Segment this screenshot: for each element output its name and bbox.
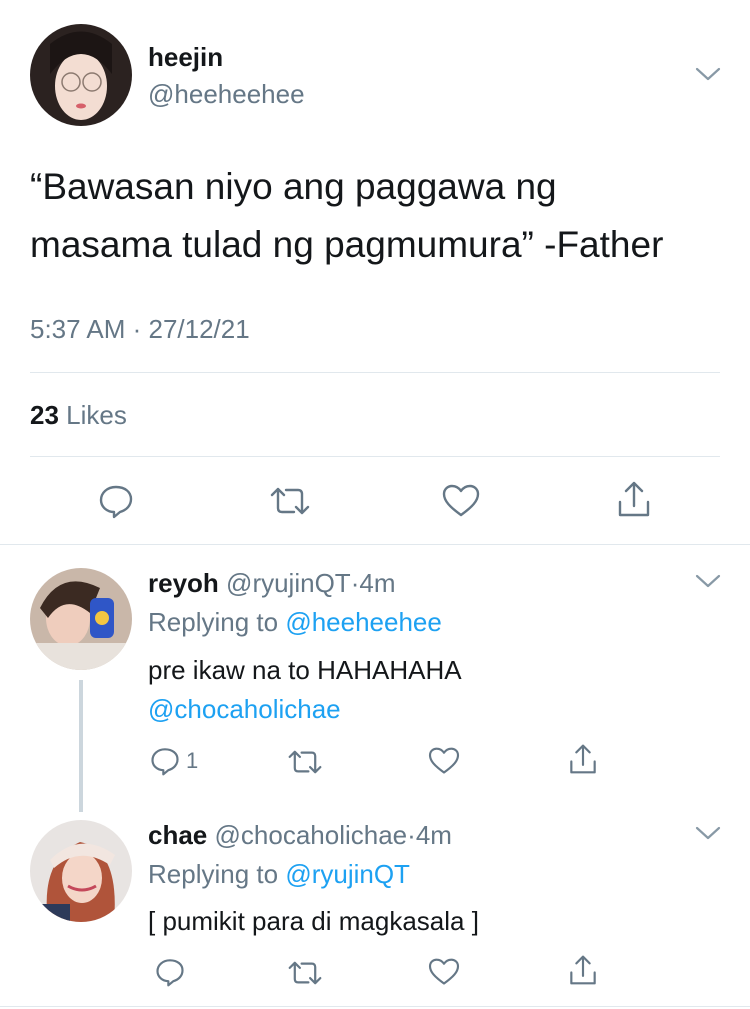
replying-to-label: Replying to (148, 607, 279, 637)
replying-to-label: Replying to (148, 859, 279, 889)
replying-to-link[interactable]: @heeheehee (285, 607, 442, 637)
tweet-timestamp[interactable]: 5:37 AM · 27/12/21 (30, 314, 250, 345)
reply-header: chae @chocaholichae·4m (148, 820, 452, 851)
share-icon[interactable] (568, 743, 598, 775)
reply-text: pre ikaw na to HAHAHAHA (148, 655, 462, 685)
reply-author-name[interactable]: chae (148, 820, 207, 850)
retweet-icon[interactable] (288, 749, 322, 775)
chevron-down-icon[interactable] (695, 66, 721, 82)
author-handle[interactable]: @heeheehee (148, 79, 305, 110)
avatar[interactable] (30, 568, 132, 670)
likes-stat[interactable]: 23 Likes (30, 400, 127, 431)
avatar-image (30, 568, 132, 670)
replying-to-line: Replying to @heeheehee (148, 607, 442, 638)
like-icon[interactable] (428, 747, 460, 775)
mention-link[interactable]: @chocaholichae (148, 694, 341, 725)
divider (0, 1006, 750, 1007)
retweet-icon[interactable] (270, 486, 310, 516)
reply-time[interactable]: 4m (359, 568, 395, 598)
share-icon[interactable] (616, 480, 652, 518)
author-name[interactable]: heejin (148, 42, 223, 73)
share-icon[interactable] (568, 954, 598, 986)
chevron-down-icon[interactable] (695, 573, 721, 589)
replying-to-line: Replying to @ryujinQT (148, 859, 410, 890)
reply-icon[interactable] (98, 483, 134, 519)
reply-text: [ pumikit para di magkasala ] (148, 906, 479, 936)
reply-author-handle[interactable]: @chocaholichae (215, 820, 408, 850)
reply-header: reyoh @ryujinQT·4m (148, 568, 395, 599)
avatar-image (30, 820, 132, 922)
dot-separator: · (407, 820, 416, 850)
like-icon[interactable] (442, 484, 480, 518)
likes-count: 23 (30, 400, 59, 430)
avatar-image (30, 24, 132, 126)
divider (30, 372, 720, 373)
likes-label: Likes (66, 400, 127, 430)
reply-author-handle[interactable]: @ryujinQT (226, 568, 351, 598)
retweet-icon[interactable] (288, 960, 322, 986)
divider (0, 544, 750, 545)
reply-count: 1 (186, 748, 199, 773)
divider (30, 456, 720, 457)
reply-time[interactable]: 4m (416, 820, 452, 850)
avatar[interactable] (30, 24, 132, 126)
avatar[interactable] (30, 820, 132, 922)
tweet-text-line-2: masama tulad ng pagmumura” -Father (30, 224, 664, 265)
thread-connector (79, 680, 83, 812)
reply-author-name[interactable]: reyoh (148, 568, 219, 598)
replying-to-link[interactable]: @ryujinQT (285, 859, 410, 889)
reply-icon[interactable]: 1 (150, 746, 198, 776)
tweet-text-line-1: “Bawasan niyo ang paggawa ng (30, 166, 557, 207)
reply-icon[interactable] (155, 957, 185, 987)
like-icon[interactable] (428, 958, 460, 986)
chevron-down-icon[interactable] (695, 825, 721, 841)
